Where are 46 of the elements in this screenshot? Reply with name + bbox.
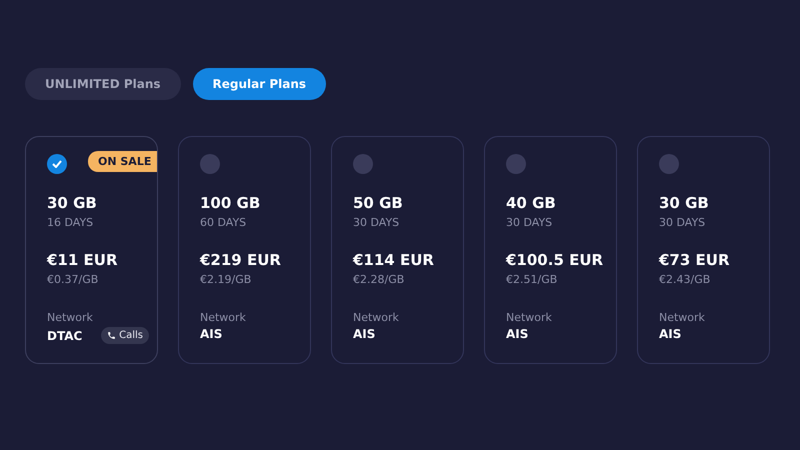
sale-badge: ON SALE [88,151,157,172]
radio-button[interactable] [659,154,679,174]
radio-button[interactable] [353,154,373,174]
radio-button[interactable] [47,154,67,174]
plan-duration: 16 DAYS [47,216,94,229]
plan-price: €73 EUR [659,251,731,269]
data-amount: 50 GB [353,194,404,212]
network-label: Network [47,311,94,324]
price-per-gb: €2.19/GB [200,273,252,286]
network-label: Network [506,311,553,324]
plan-price: €114 EUR [353,251,435,269]
plan-card[interactable]: 40 GB 30 DAYS €100.5 EUR €2.51/GB Network AIS [484,136,617,364]
price-per-gb: €2.51/GB [506,273,558,286]
data-amount: 100 GB [200,194,262,212]
plan-tab[interactable]: Regular Plans [192,68,326,100]
plan-duration: 30 DAYS [659,216,706,229]
data-amount: 30 GB [659,194,710,212]
radio-button[interactable] [506,154,526,174]
price-per-gb: €2.28/GB [353,273,406,286]
network-name: AIS [659,327,682,341]
plan-price: €219 EUR [200,251,282,269]
phone-icon [107,331,116,340]
plan-card[interactable]: 100 GB 60 DAYS €219 EUR €2.19/GB Network AIS [178,136,311,364]
plan-duration: 60 DAYS [200,216,248,229]
plan-card[interactable]: 50 GB 30 DAYS €114 EUR €2.28/GB Network AIS [331,136,464,364]
price-per-gb: €2.43/GB [659,273,712,286]
data-amount: 40 GB [506,194,557,212]
plan-duration: 30 DAYS [506,216,554,229]
network-name: AIS [353,327,376,341]
plan-price: €100.5 EUR [506,251,604,269]
network-label: Network [353,311,400,324]
plan-duration: 30 DAYS [353,216,400,229]
price-per-gb: €0.37/GB [47,273,100,286]
calls-label: Calls [119,330,143,341]
check-icon [52,160,62,168]
plan-tab[interactable]: UNLIMITED Plans [25,68,181,100]
network-label: Network [659,311,706,324]
network-name: AIS [506,327,528,341]
radio-button[interactable] [200,154,220,174]
data-amount: 30 GB [47,194,98,212]
network-name: DTAC [47,328,82,342]
plan-card[interactable]: ON SALE 30 GB 16 DAYS €11 EUR €0.37/GB Network DTAC Calls [25,136,158,364]
network-label: Network [200,311,247,324]
plan-price: €11 EUR [47,251,119,269]
plan-card[interactable]: 30 GB 30 DAYS €73 EUR €2.43/GB Network AIS [637,136,770,364]
network-name: AIS [200,327,222,341]
